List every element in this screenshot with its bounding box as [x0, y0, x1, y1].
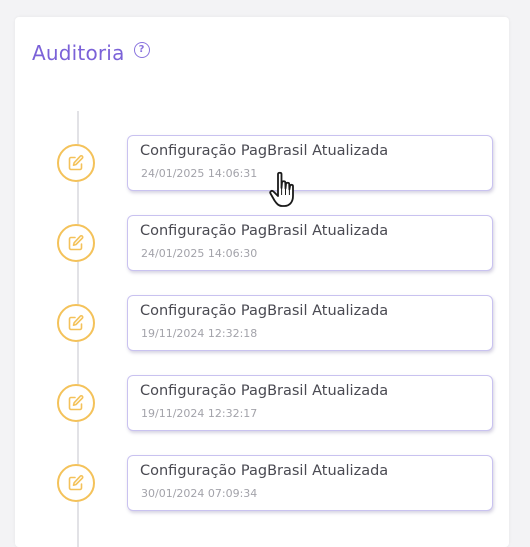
- edit-icon: [57, 144, 95, 182]
- hand-pointer-cursor-icon: [269, 171, 294, 207]
- event-card[interactable]: Configuração PagBrasil Atualizada 19/11/2…: [127, 375, 493, 431]
- edit-icon: [57, 304, 95, 342]
- event-timestamp: 30/01/2024 07:09:34: [141, 487, 258, 500]
- timeline-event: Configuração PagBrasil Atualizada 19/11/2…: [15, 375, 509, 431]
- event-card[interactable]: Configuração PagBrasil Atualizada 19/11/2…: [127, 295, 493, 351]
- question-circle-icon[interactable]: ?: [133, 42, 150, 58]
- event-card[interactable]: Configuração PagBrasil Atualizada 24/01/2…: [127, 135, 493, 191]
- edit-icon: [57, 464, 95, 502]
- event-title: Configuração PagBrasil Atualizada: [140, 463, 389, 479]
- event-timestamp: 19/11/2024 12:32:18: [141, 327, 258, 340]
- event-timestamp: 19/11/2024 12:32:17: [141, 407, 258, 420]
- event-card[interactable]: Configuração PagBrasil Atualizada 30/01/2…: [127, 455, 493, 511]
- timeline-event: Configuração PagBrasil Atualizada 19/11/2…: [15, 295, 509, 351]
- event-title: Configuração PagBrasil Atualizada: [140, 143, 389, 159]
- event-title: Configuração PagBrasil Atualizada: [140, 223, 389, 239]
- page-title: Auditoria: [32, 41, 125, 65]
- edit-icon: [57, 224, 95, 262]
- timeline-event: Configuração PagBrasil Atualizada 24/01/2…: [15, 135, 509, 191]
- event-card[interactable]: Configuração PagBrasil Atualizada 24/01/2…: [127, 215, 493, 271]
- event-title: Configuração PagBrasil Atualizada: [140, 383, 389, 399]
- edit-icon: [57, 384, 95, 422]
- event-title: Configuração PagBrasil Atualizada: [140, 303, 389, 319]
- panel-header: Auditoria ?: [32, 41, 150, 65]
- event-timestamp: 24/01/2025 14:06:31: [141, 167, 258, 180]
- event-timestamp: 24/01/2025 14:06:30: [141, 247, 258, 260]
- audit-panel: Auditoria ? Configuração PagBrasil Atual…: [15, 17, 509, 547]
- timeline-event: Configuração PagBrasil Atualizada 30/01/2…: [15, 455, 509, 511]
- timeline-event: Configuração PagBrasil Atualizada 24/01/2…: [15, 215, 509, 271]
